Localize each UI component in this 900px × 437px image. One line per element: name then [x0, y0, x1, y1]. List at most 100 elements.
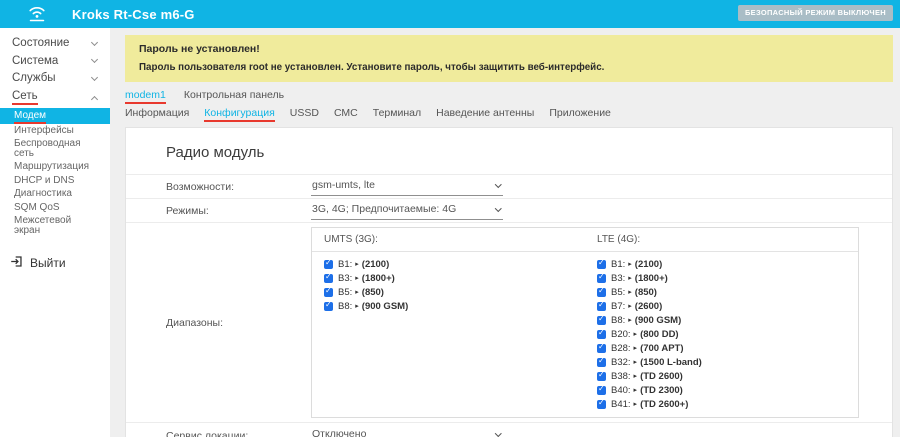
capabilities-label: Возможности: [166, 181, 311, 193]
lte-header: LTE (4G): [585, 228, 858, 251]
band-checkbox-checked-icon[interactable] [597, 302, 606, 311]
band-item[interactable]: B41:(TD 2600+) [597, 397, 846, 411]
sidebar-submenu-item[interactable]: SQM QoS [0, 201, 110, 215]
expand-arrow-icon[interactable] [628, 302, 632, 310]
primary-tab[interactable]: Контрольная панель [184, 89, 284, 101]
expand-arrow-icon[interactable] [634, 386, 638, 394]
band-checkbox-checked-icon[interactable] [597, 372, 606, 381]
secondary-tab[interactable]: USSD [290, 107, 319, 119]
band-item[interactable]: B1:(2100) [597, 257, 846, 271]
sidebar-submenu-label: Диагностика [14, 188, 72, 199]
band-checkbox-checked-icon[interactable] [597, 288, 606, 297]
band-checkbox-checked-icon[interactable] [597, 260, 606, 269]
band-item[interactable]: B8: (900 GSM) [597, 313, 846, 327]
umts-header: UMTS (3G): [312, 228, 585, 251]
sidebar-submenu-item[interactable]: Интерфейсы [0, 124, 110, 138]
sidebar-submenu-item[interactable]: DHCP и DNS [0, 174, 110, 188]
band-name: (2600) [635, 301, 662, 312]
sidebar-submenu-item[interactable]: Модем [0, 108, 110, 124]
expand-arrow-icon[interactable] [634, 330, 638, 338]
sidebar-submenu-item[interactable]: Маршрутизация [0, 160, 110, 174]
secondary-tab-label: USSD [290, 107, 319, 119]
band-checkbox-checked-icon[interactable] [324, 260, 333, 269]
band-checkbox-checked-icon[interactable] [324, 302, 333, 311]
band-item[interactable]: B3:(1800+) [597, 271, 846, 285]
band-name: (900 GSM) [635, 315, 681, 326]
expand-arrow-icon[interactable] [355, 288, 359, 296]
safe-mode-badge[interactable]: БЕЗОПАСНЫЙ РЕЖИМ ВЫКЛЮЧЕН [738, 5, 893, 21]
band-item[interactable]: B38:(TD 2600) [597, 369, 846, 383]
band-checkbox-checked-icon[interactable] [597, 316, 606, 325]
chevron-down-icon [91, 74, 98, 81]
modes-label: Режимы: [166, 205, 311, 217]
sidebar-submenu-item[interactable]: Беспроводная сеть [0, 137, 110, 160]
band-item[interactable]: B3:(1800+) [324, 271, 573, 285]
secondary-tab[interactable]: Информация [125, 107, 189, 119]
secondary-tab-label: Информация [125, 107, 189, 119]
sidebar-section[interactable]: Система [0, 53, 110, 71]
logout-button[interactable]: Выйти [10, 255, 110, 271]
expand-arrow-icon[interactable] [355, 260, 359, 268]
expand-arrow-icon[interactable] [628, 260, 632, 268]
app-header: Kroks Rt-Cse m6-G БЕЗОПАСНЫЙ РЕЖИМ ВЫКЛЮ… [0, 0, 900, 28]
sidebar-section[interactable]: Состояние [0, 35, 110, 53]
band-item[interactable]: B7: (2600) [597, 299, 846, 313]
band-checkbox-checked-icon[interactable] [324, 274, 333, 283]
chevron-down-icon [91, 39, 98, 46]
band-checkbox-checked-icon[interactable] [324, 288, 333, 297]
chevron-up-icon [91, 96, 98, 103]
sidebar-submenu-item[interactable]: Диагностика [0, 187, 110, 201]
band-item[interactable]: B28:(700 APT) [597, 341, 846, 355]
sidebar-submenu: МодемИнтерфейсыБеспроводная сетьМаршрути… [0, 108, 110, 237]
band-name: (800 DD) [640, 329, 679, 340]
band-item[interactable]: B40:(TD 2300) [597, 383, 846, 397]
bands-headers: UMTS (3G): LTE (4G): [312, 228, 858, 252]
band-id: B8: [611, 315, 625, 326]
sidebar-section[interactable]: Сеть [0, 88, 110, 109]
band-checkbox-checked-icon[interactable] [597, 344, 606, 353]
band-id: B28: [611, 343, 631, 354]
band-item[interactable]: B1:(2100) [324, 257, 573, 271]
band-id: B7: [611, 301, 625, 312]
expand-arrow-icon[interactable] [634, 344, 638, 352]
expand-arrow-icon[interactable] [628, 274, 632, 282]
expand-arrow-icon[interactable] [634, 400, 638, 408]
band-item[interactable]: B8:(900 GSM) [324, 299, 573, 313]
expand-arrow-icon[interactable] [355, 274, 359, 282]
band-id: B5: [338, 287, 352, 298]
secondary-tab[interactable]: СМС [334, 107, 358, 119]
band-id: B40: [611, 385, 631, 396]
expand-arrow-icon[interactable] [355, 302, 359, 310]
chevron-down-icon [495, 430, 501, 436]
wifi-logo-icon [24, 6, 50, 23]
expand-arrow-icon[interactable] [634, 372, 638, 380]
expand-arrow-icon[interactable] [634, 358, 638, 366]
secondary-tab[interactable]: Наведение антенны [436, 107, 534, 119]
secondary-tab[interactable]: Конфигурация [204, 107, 274, 119]
expand-arrow-icon[interactable] [628, 288, 632, 296]
sidebar-submenu-item[interactable]: Межсетевой экран [0, 214, 110, 237]
band-checkbox-checked-icon[interactable] [597, 358, 606, 367]
secondary-tab[interactable]: Терминал [373, 107, 421, 119]
band-item[interactable]: B5: (850) [597, 285, 846, 299]
sidebar-section[interactable]: Службы [0, 70, 110, 88]
sidebar-section-label: Сеть [12, 91, 38, 106]
band-checkbox-checked-icon[interactable] [597, 386, 606, 395]
location-select[interactable]: Отключено [311, 426, 503, 437]
capabilities-select[interactable]: gsm-umts, lte [311, 177, 503, 196]
secondary-tab[interactable]: Приложение [549, 107, 611, 119]
band-item[interactable]: B5:(850) [324, 285, 573, 299]
band-checkbox-checked-icon[interactable] [597, 274, 606, 283]
band-checkbox-checked-icon[interactable] [597, 400, 606, 409]
secondary-tab-label: Наведение антенны [436, 107, 534, 119]
band-checkbox-checked-icon[interactable] [597, 330, 606, 339]
band-name: (2100) [635, 259, 662, 270]
band-name: (850) [635, 287, 657, 298]
modes-select[interactable]: 3G, 4G; Предпочитаемые: 4G [311, 201, 503, 220]
band-id: B5: [611, 287, 625, 298]
sidebar-submenu-label: SQM QoS [14, 202, 60, 213]
band-item[interactable]: B32:(1500 L-band) [597, 355, 846, 369]
primary-tab[interactable]: modem1 [125, 89, 166, 101]
expand-arrow-icon[interactable] [628, 316, 632, 324]
band-item[interactable]: B20:(800 DD) [597, 327, 846, 341]
